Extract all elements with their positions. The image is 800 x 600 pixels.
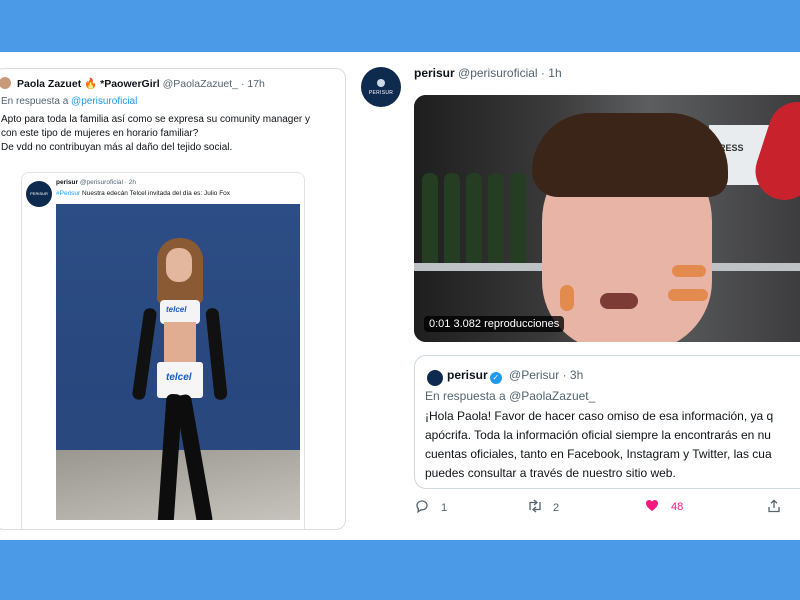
like-count: 48 — [671, 501, 684, 513]
reply-context: En respuesta a @perisuroficial — [1, 96, 137, 107]
perisur-small-avatar[interactable] — [427, 370, 443, 386]
quoted-time[interactable]: 2h — [129, 179, 136, 186]
hashtag-link[interactable]: #Perisur — [56, 190, 80, 197]
left-tweet-card[interactable]: Paola Zazuet 🔥 *PaowerGirl @PaolaZazuet_… — [0, 68, 346, 530]
reply-text-line: cuentas oficiales, tanto en Facebook, In… — [425, 447, 772, 461]
reply-time[interactable]: 3h — [570, 368, 583, 382]
telcel-logo-skirt: telcel — [166, 372, 192, 383]
reply-header: perisur ✓ @Perisur · 3h — [447, 368, 583, 384]
reply-to-link[interactable]: @perisuroficial — [71, 96, 137, 107]
wine-bottle — [488, 173, 504, 265]
perisur-avatar[interactable]: PERISUR — [361, 67, 401, 107]
reply-text-line: apócrifa. Toda la información oficial si… — [425, 428, 771, 442]
reply-author-handle[interactable]: @Perisur — [509, 368, 559, 382]
face-paint — [668, 289, 708, 301]
quoted-author-handle[interactable]: @perisuroficial — [80, 179, 123, 186]
quoted-tweet[interactable]: PERISUR perisur @perisuroficial · 2h #Pe… — [21, 172, 305, 529]
author-handle[interactable]: @PaolaZazuet_ — [163, 78, 238, 90]
quoted-photo[interactable]: telcel telcel — [56, 204, 300, 520]
model-right-glove — [205, 307, 228, 401]
author-name[interactable]: perisur — [414, 66, 455, 80]
tweet-time[interactable]: 17h — [247, 78, 265, 90]
heart-icon — [645, 499, 663, 515]
video-player[interactable]: PRESS 0:01 3.082 reproducciones — [414, 95, 800, 342]
reply-prefix: En respuesta a — [425, 389, 506, 403]
reply-prefix: En respuesta a — [1, 96, 69, 107]
reply-quote-card[interactable]: perisur ✓ @Perisur · 3h En respuesta a @P… — [414, 355, 800, 489]
retweet-button[interactable]: 2 — [527, 499, 559, 516]
author-name[interactable]: Paola Zazuet — [17, 78, 81, 90]
video-time: 0:01 — [429, 318, 451, 330]
reply-button[interactable]: 1 — [415, 499, 447, 516]
avatar[interactable] — [0, 77, 11, 89]
quoted-text-body: Nuestra edecán Telcel invitada del día e… — [82, 190, 231, 197]
reply-icon — [415, 499, 433, 516]
left-tweet-header: Paola Zazuet 🔥 *PaowerGirl @PaolaZazuet_… — [0, 77, 265, 90]
video-view-badge: 0:01 3.082 reproducciones — [424, 316, 565, 332]
reply-text-line: ¡Hola Paola! Favor de hacer caso omiso d… — [425, 409, 774, 423]
retweet-count: 2 — [553, 502, 560, 514]
reply-context: En respuesta a @PaolaZazuet_ — [425, 389, 595, 403]
quoted-header: perisur @perisuroficial · 2h — [56, 179, 136, 186]
quoted-avatar[interactable]: PERISUR — [26, 181, 52, 207]
wine-bottle — [510, 173, 526, 265]
tweet-text-line: con este tipo de mujeres en horario fami… — [1, 128, 199, 139]
face-paint — [560, 285, 574, 311]
verified-badge-icon: ✓ — [489, 372, 502, 384]
tweet-text: Apto para toda la familia así como se ex… — [1, 113, 341, 155]
quoted-author-name[interactable]: perisur — [56, 179, 78, 186]
dot-separator: · — [124, 179, 127, 186]
reply-author-name[interactable]: perisur — [447, 368, 488, 382]
wine-bottle — [466, 173, 482, 265]
author-badge-text: *PaowerGirl — [100, 78, 160, 90]
share-button[interactable] — [767, 499, 785, 516]
quoted-text: #Perisur Nuestra edecán Telcel invitada … — [56, 190, 230, 197]
telcel-logo-top: telcel — [166, 305, 187, 314]
dot-separator: · — [240, 78, 245, 90]
right-tweet-header: perisur @perisuroficial · 1h — [414, 66, 562, 80]
author-handle[interactable]: @perisuroficial — [458, 66, 538, 80]
reply-to-link[interactable]: @PaolaZazuet_ — [509, 389, 595, 403]
fire-emoji-icon: 🔥 — [84, 78, 98, 90]
photo-floor — [56, 450, 300, 520]
dot-separator: · — [540, 66, 545, 80]
dot-separator: · — [562, 368, 567, 382]
model-midriff — [164, 322, 196, 366]
retweet-icon — [527, 499, 545, 516]
model-face — [166, 248, 192, 282]
like-button[interactable]: 48 — [645, 499, 683, 515]
tweet-text-line: De vdd no contribuyan más al daño del te… — [1, 142, 233, 153]
reply-text-line: puedes consultar a través de nuestro sit… — [425, 466, 676, 480]
share-icon — [767, 499, 785, 516]
video-views: 3.082 reproducciones — [453, 318, 560, 330]
face-paint — [672, 265, 706, 277]
tweet-time[interactable]: 1h — [548, 66, 561, 80]
model-left-glove — [131, 307, 158, 401]
person-hair — [532, 113, 728, 197]
wine-bottle — [444, 173, 460, 265]
reply-count: 1 — [441, 502, 448, 514]
wine-bottle — [422, 173, 438, 265]
person-mouth — [600, 293, 638, 309]
tweet-text-line: Apto para toda la familia así como se ex… — [1, 114, 311, 125]
reply-text: ¡Hola Paola! Favor de hacer caso omiso d… — [425, 407, 800, 483]
